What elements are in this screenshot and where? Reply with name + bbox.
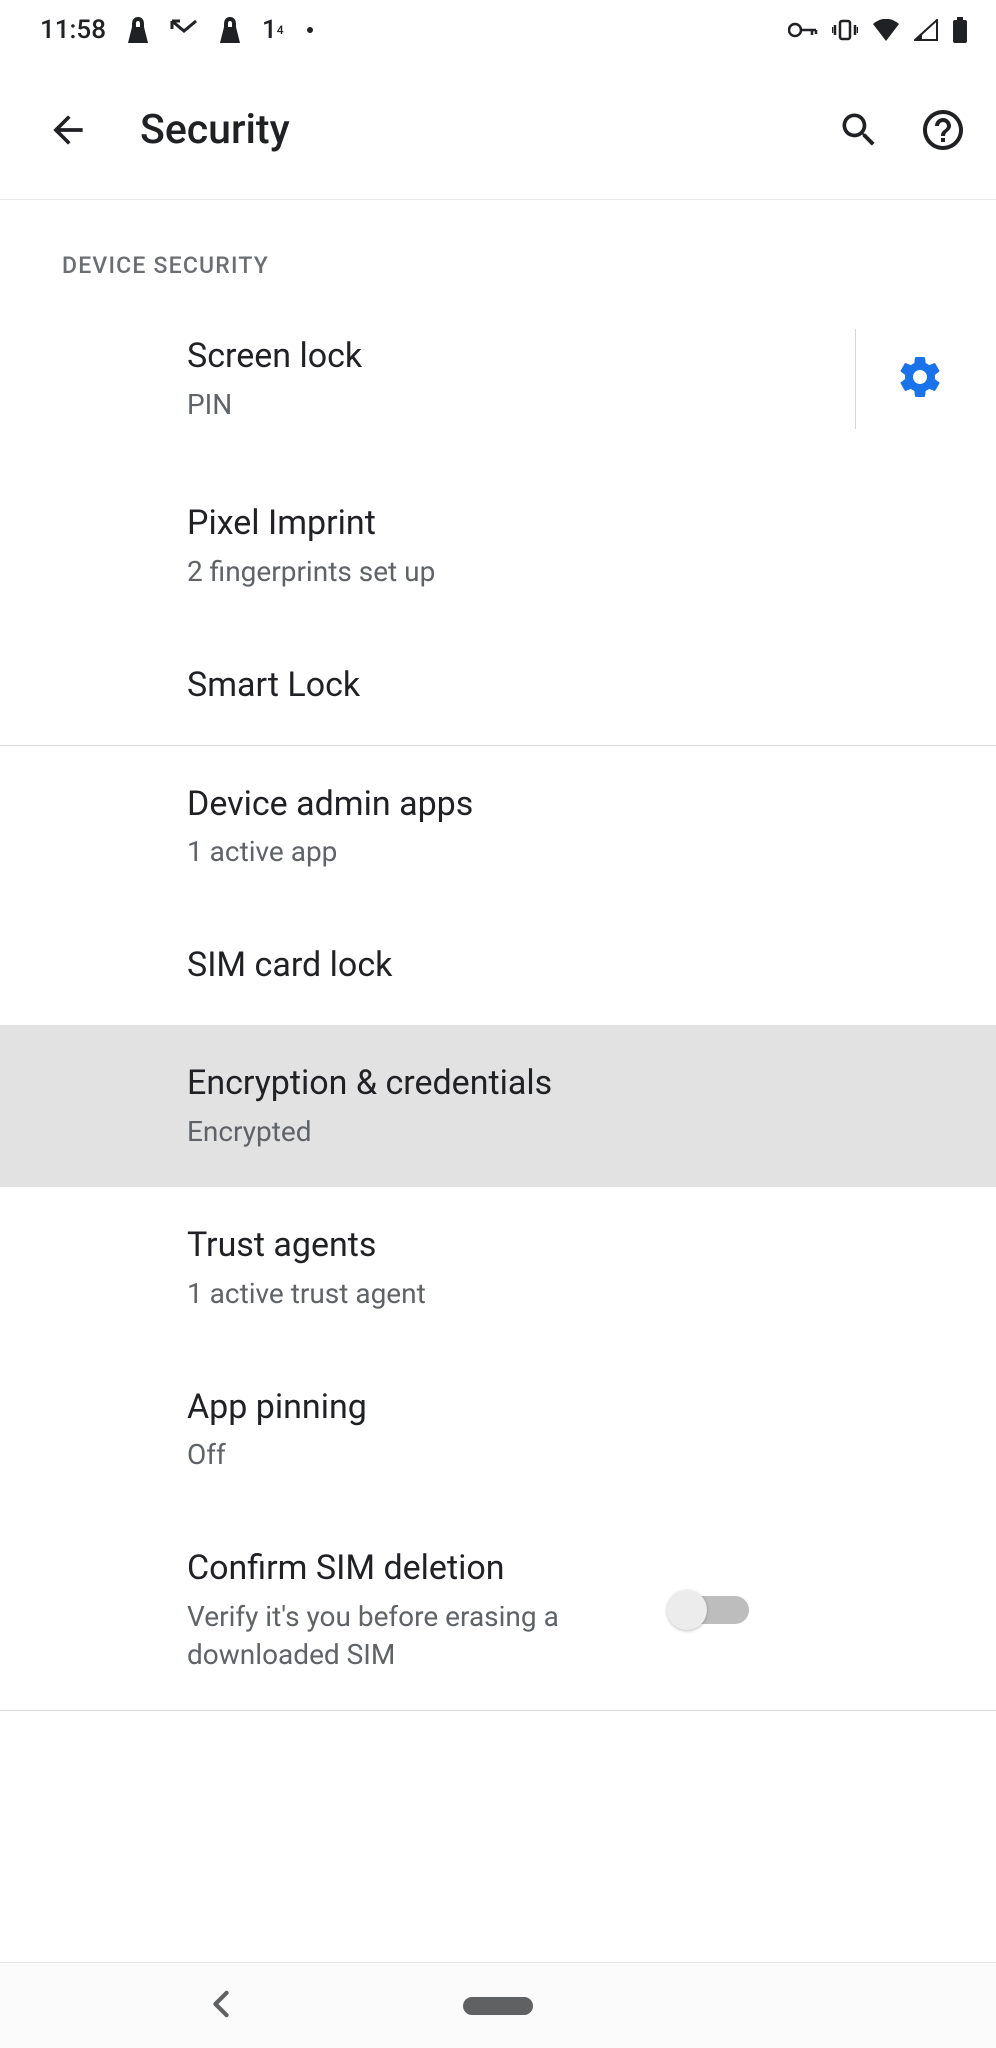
- smart-lock-text: Smart Lock: [187, 663, 956, 709]
- settings-title: Confirm SIM deletion: [187, 1546, 667, 1592]
- settings-title: SIM card lock: [187, 943, 956, 989]
- missed-call-icon: [170, 19, 198, 41]
- confirm-sim-toggle[interactable]: [667, 1591, 749, 1629]
- key-icon: [788, 21, 818, 39]
- settings-subtitle: Encrypted: [187, 1113, 956, 1151]
- back-button[interactable]: [38, 100, 98, 160]
- trust-agents-text: Trust agents 1 active trust agent: [187, 1223, 956, 1313]
- pixel-imprint-text: Pixel Imprint 2 fingerprints set up: [187, 501, 956, 591]
- divider: [0, 1710, 996, 1711]
- sim-card-lock-text: SIM card lock: [187, 943, 956, 989]
- status-time: 11:58: [40, 15, 106, 45]
- notification-1-icon: 14: [262, 15, 284, 45]
- settings-title: Encryption & credentials: [187, 1061, 956, 1107]
- sim-card-lock-item[interactable]: SIM card lock: [0, 907, 996, 1025]
- page-title: Security: [140, 106, 834, 154]
- settings-subtitle: Off: [187, 1436, 956, 1474]
- confirm-sim-deletion-item[interactable]: Confirm SIM deletion Verify it's you bef…: [0, 1510, 996, 1709]
- gear-icon: [896, 353, 944, 405]
- search-button[interactable]: [834, 105, 884, 155]
- lock-icon: [220, 17, 240, 43]
- toggle-thumb: [667, 1590, 707, 1630]
- section-header: DEVICE SECURITY: [0, 200, 996, 293]
- lock-icon: [128, 17, 148, 43]
- status-left: 11:58 14: [40, 15, 314, 45]
- nav-home-pill[interactable]: [463, 1997, 533, 2015]
- smart-lock-item[interactable]: Smart Lock: [0, 627, 996, 745]
- vibrate-icon: [832, 19, 858, 41]
- settings-title: Device admin apps: [187, 782, 956, 828]
- device-admin-apps-item[interactable]: Device admin apps 1 active app: [0, 746, 996, 908]
- navigation-bar: [0, 1962, 996, 2048]
- signal-icon: [914, 19, 938, 41]
- settings-title: Pixel Imprint: [187, 501, 956, 547]
- screen-lock-item[interactable]: Screen lock PIN: [0, 293, 996, 465]
- settings-subtitle: Verify it's you before erasing a downloa…: [187, 1598, 667, 1674]
- screen-lock-text: Screen lock PIN: [187, 334, 835, 424]
- settings-subtitle: 1 active app: [187, 833, 956, 871]
- app-pinning-text: App pinning Off: [187, 1385, 956, 1475]
- trust-agents-item[interactable]: Trust agents 1 active trust agent: [0, 1187, 996, 1349]
- dot-icon: [306, 26, 314, 34]
- action-icons: [834, 105, 968, 155]
- encryption-text: Encryption & credentials Encrypted: [187, 1061, 956, 1151]
- app-bar: Security: [0, 60, 996, 200]
- status-right: [788, 17, 968, 43]
- settings-title: App pinning: [187, 1385, 956, 1431]
- help-button[interactable]: [918, 105, 968, 155]
- app-pinning-item[interactable]: App pinning Off: [0, 1349, 996, 1511]
- settings-title: Trust agents: [187, 1223, 956, 1269]
- settings-title: Screen lock: [187, 334, 835, 380]
- wifi-icon: [872, 19, 900, 41]
- status-bar: 11:58 14: [0, 0, 996, 60]
- settings-list: Screen lock PIN Pixel Imprint 2 fingerpr…: [0, 293, 996, 1711]
- settings-subtitle: 1 active trust agent: [187, 1275, 956, 1313]
- battery-icon: [952, 17, 968, 43]
- screen-lock-settings-button[interactable]: [855, 329, 956, 429]
- nav-back-button[interactable]: [210, 1990, 232, 2022]
- device-admin-text: Device admin apps 1 active app: [187, 782, 956, 872]
- confirm-sim-text: Confirm SIM deletion Verify it's you bef…: [187, 1546, 667, 1673]
- settings-subtitle: PIN: [187, 386, 835, 424]
- settings-subtitle: 2 fingerprints set up: [187, 553, 956, 591]
- encryption-credentials-item[interactable]: Encryption & credentials Encrypted: [0, 1025, 996, 1187]
- settings-title: Smart Lock: [187, 663, 956, 709]
- pixel-imprint-item[interactable]: Pixel Imprint 2 fingerprints set up: [0, 465, 996, 627]
